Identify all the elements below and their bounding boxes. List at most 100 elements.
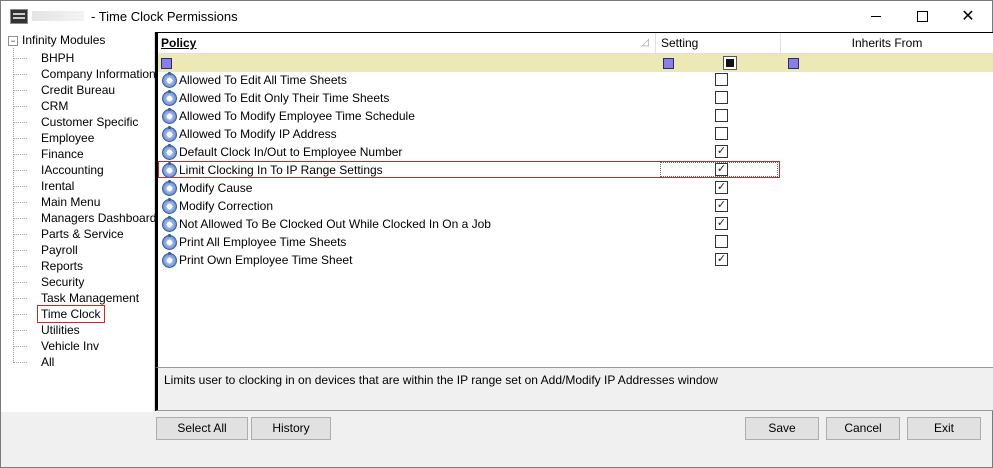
policy-row[interactable]: Print Own Employee Time Sheet ✓ (158, 251, 993, 269)
tree-connector (13, 346, 27, 347)
close-button[interactable]: ✕ (945, 1, 991, 32)
app-icon (10, 9, 28, 24)
setting-checkbox-checked[interactable]: ✓ (715, 181, 728, 194)
permissions-window: - Time Clock Permissions ✕ − Infinity Mo… (0, 0, 993, 468)
tree-item-label[interactable]: Reports (39, 259, 85, 273)
tree-item-label[interactable]: Company Information (39, 67, 158, 81)
tree-connector (13, 186, 27, 187)
tree-item-label[interactable]: Utilities (39, 323, 82, 337)
permission-icon (162, 252, 177, 268)
policy-filter-icon[interactable] (161, 58, 172, 69)
setting-checkbox-unchecked[interactable] (715, 109, 728, 122)
permission-icon (162, 144, 177, 160)
permission-icon (162, 180, 177, 196)
tree-connector (13, 266, 27, 267)
policy-label: Allowed To Edit Only Their Time Sheets (179, 91, 390, 105)
policy-label: Default Clock In/Out to Employee Number (179, 145, 403, 159)
setting-checkbox-unchecked[interactable] (715, 127, 728, 140)
policy-row[interactable]: Not Allowed To Be Clocked Out While Cloc… (158, 215, 993, 233)
setting-header-label: Setting (661, 36, 699, 50)
filter-row (158, 54, 993, 72)
policy-row[interactable]: Allowed To Edit All Time Sheets (158, 71, 993, 89)
collapse-icon[interactable]: − (8, 36, 18, 46)
tree-connector (13, 106, 27, 107)
tree-item-label[interactable]: Parts & Service (39, 227, 126, 241)
policy-grid[interactable]: Policy ◿ Setting Inherits From Allowed T… (155, 32, 993, 367)
tree-connector (13, 170, 27, 171)
policy-label: Modify Cause (179, 181, 253, 195)
permission-icon (162, 216, 177, 232)
column-header-policy[interactable]: Policy ◿ (158, 33, 656, 53)
tree-connector (13, 362, 27, 363)
inherits-header-label: Inherits From (851, 36, 923, 50)
title-bar[interactable]: - Time Clock Permissions ✕ (1, 1, 992, 32)
policy-row[interactable]: Allowed To Edit Only Their Time Sheets (158, 89, 993, 107)
tree-root-label[interactable]: Infinity Modules (22, 33, 105, 47)
tree-item-label[interactable]: Main Menu (39, 195, 102, 209)
setting-checkbox-checked[interactable]: ✓ (715, 145, 728, 158)
maximize-button[interactable] (899, 1, 945, 32)
tree-connector (13, 202, 27, 203)
tree-connector (13, 282, 27, 283)
policy-header-label: Policy (161, 36, 197, 50)
policy-label: Allowed To Modify Employee Time Schedule (179, 109, 415, 123)
tree-item-label[interactable]: Time Clock (37, 305, 105, 323)
inherits-filter-icon[interactable] (788, 58, 799, 69)
minimize-button[interactable] (853, 1, 899, 32)
tree-item-label[interactable]: Managers Dashboard (39, 211, 158, 225)
tree-item-label[interactable]: CRM (39, 99, 70, 113)
setting-checkbox-checked[interactable]: ✓ (715, 163, 728, 176)
policy-row[interactable]: Allowed To Modify IP Address (158, 125, 993, 143)
setting-checkbox-unchecked[interactable] (715, 73, 728, 86)
setting-filter-checkbox[interactable] (723, 56, 737, 70)
policy-label: Print All Employee Time Sheets (179, 235, 347, 249)
tree-item-label[interactable]: All (39, 355, 56, 369)
policy-row[interactable]: Limit Clocking In To IP Range Settings ✓ (158, 161, 993, 179)
exit-button[interactable]: Exit (907, 417, 981, 440)
policy-row[interactable]: Default Clock In/Out to Employee Number ✓ (158, 143, 993, 161)
setting-filter-icon[interactable] (663, 58, 674, 69)
tree-item-label[interactable]: Employee (39, 131, 96, 145)
tree-item-label[interactable]: Credit Bureau (39, 83, 117, 97)
policy-row[interactable]: Modify Correction ✓ (158, 197, 993, 215)
tree-connector (13, 234, 27, 235)
tree-connector (13, 298, 27, 299)
tree-item-label[interactable]: IAccounting (39, 163, 106, 177)
setting-checkbox-unchecked[interactable] (715, 91, 728, 104)
window-title: - Time Clock Permissions (91, 9, 238, 24)
tree-item-label[interactable]: Irental (39, 179, 76, 193)
tree-connector (13, 250, 27, 251)
policy-row[interactable]: Allowed To Modify Employee Time Schedule (158, 107, 993, 125)
policy-row[interactable]: Print All Employee Time Sheets (158, 233, 993, 251)
redacted-title-prefix (32, 11, 84, 21)
policy-label: Allowed To Modify IP Address (179, 127, 337, 141)
permission-icon (162, 90, 177, 106)
policy-row[interactable]: Modify Cause ✓ (158, 179, 993, 197)
module-tree[interactable]: − Infinity Modules BHPH Company Informati… (1, 32, 158, 412)
tree-item-label[interactable]: BHPH (39, 51, 76, 65)
cancel-button[interactable]: Cancel (826, 417, 900, 440)
column-header-inherits[interactable]: Inherits From (781, 33, 993, 53)
setting-checkbox-checked[interactable]: ✓ (715, 253, 728, 266)
tree-item-label[interactable]: Security (39, 275, 86, 289)
grid-header: Policy ◿ Setting Inherits From (158, 33, 993, 54)
column-header-setting[interactable]: Setting (656, 33, 781, 53)
tree-item-label[interactable]: Task Management (39, 291, 141, 305)
description-panel: Limits user to clocking in on devices th… (155, 367, 993, 411)
tree-item-label[interactable]: Customer Specific (39, 115, 140, 129)
permission-icon (162, 234, 177, 250)
policy-label: Limit Clocking In To IP Range Settings (179, 163, 383, 177)
tree-item-label[interactable]: Finance (39, 147, 86, 161)
tree-connector (13, 330, 27, 331)
setting-checkbox-checked[interactable]: ✓ (715, 217, 728, 230)
history-button[interactable]: History (251, 417, 331, 440)
tree-item-label[interactable]: Payroll (39, 243, 80, 257)
permission-icon (162, 126, 177, 142)
description-text: Limits user to clocking in on devices th… (164, 373, 718, 387)
permission-icon (162, 198, 177, 214)
select-all-button[interactable]: Select All (156, 417, 248, 440)
save-button[interactable]: Save (745, 417, 819, 440)
tree-item-label[interactable]: Vehicle Inv (39, 339, 101, 353)
setting-checkbox-unchecked[interactable] (715, 235, 728, 248)
setting-checkbox-checked[interactable]: ✓ (715, 199, 728, 212)
